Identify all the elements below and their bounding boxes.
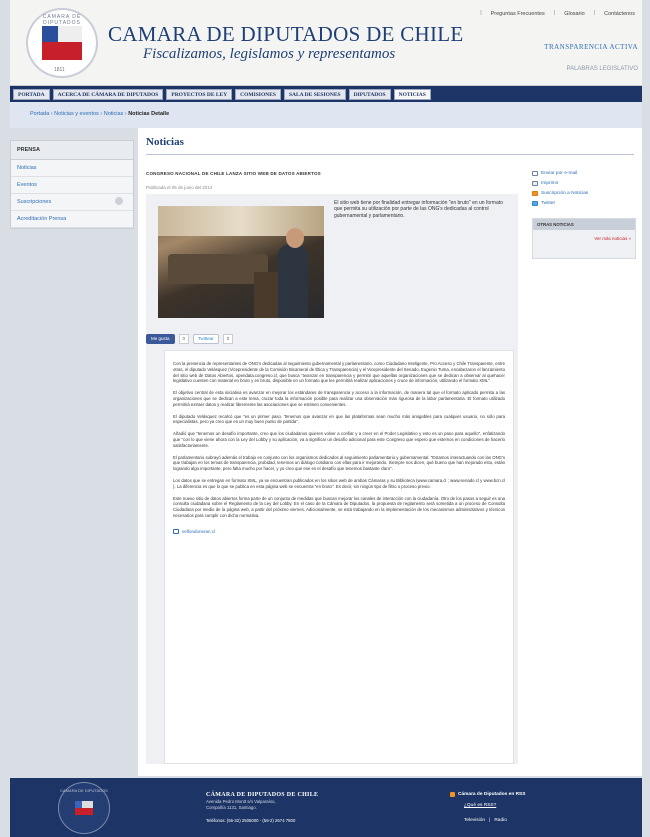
contact-link[interactable]: Contáctenos	[601, 10, 638, 18]
article-paragraph: Con la presencia de representantes de ON…	[173, 361, 505, 384]
footer-org-name: CÁMARA DE DIPUTADOS DE CHILE	[206, 792, 319, 798]
footer-phone: Teléfonos: (56-32) 2505000 - (56-2) 2674…	[206, 818, 296, 823]
what-is-rss-link[interactable]: ¿Qué es RSS?	[464, 803, 525, 808]
nav-item-sala[interactable]: SALA DE SESIONES	[283, 88, 346, 100]
breadcrumb-current: Noticias Detalle	[128, 111, 170, 117]
nav-item-proyectos[interactable]: PROYECTOS DE LEY	[166, 88, 233, 100]
facebook-like-button[interactable]: Me gusta	[146, 334, 175, 344]
footer-contact: CÁMARA DE DIPUTADOS DE CHILE Avenida Ped…	[206, 792, 318, 823]
article-paragraph: El diputado Velásquez recalcó que "es un…	[173, 413, 505, 425]
article-pubdate: Publicada el 05 de junio del 2014	[146, 185, 213, 190]
sidebar-item-suscripciones[interactable]: Suscripciones	[11, 194, 133, 211]
breadcrumb-noticias-eventos[interactable]: Noticias y eventos	[54, 111, 99, 117]
email-tool[interactable]: Enviar por e-mail	[532, 168, 636, 178]
left-sidebar: PRENSA Noticias Eventos Suscripciones Ac…	[10, 128, 138, 296]
title-divider	[146, 154, 634, 155]
site-title[interactable]: CAMARA DE DIPUTADOS DE CHILE	[108, 22, 464, 47]
article-paragraph: El objetivo central de esta iniciativa e…	[173, 390, 505, 407]
main-nav: PORTADA ACERCA DE CÁMARA DE DIPUTADOS PR…	[10, 86, 642, 102]
breadcrumb: Portada › Noticias y eventos › Noticias …	[10, 102, 642, 128]
share-row: Me gusta 0 Twittear 0	[146, 334, 234, 344]
footer-links: Cámara de Diputados en RSS ¿Qué es RSS? …	[450, 792, 525, 823]
rss-icon	[532, 190, 538, 196]
article-body: Con la presencia de representantes de ON…	[164, 350, 514, 764]
ver-mas-noticias-link[interactable]: Ver más noticias »	[594, 236, 631, 241]
chile-flag-icon	[42, 26, 82, 60]
related-link-label: velfondoneran.cl	[182, 528, 216, 534]
article-area: El sitio web tiene por finalidad entrega…	[146, 194, 518, 764]
television-link[interactable]: Televisión	[464, 818, 485, 823]
footer-rss-link[interactable]: Cámara de Diputados en RSS	[450, 792, 525, 797]
chile-flag-icon	[75, 801, 93, 815]
nav-item-diputados[interactable]: DIPUTADOS	[348, 88, 391, 100]
footer-seal-text: CAMARA DE DIPUTADOS	[60, 788, 108, 793]
article-headline: CONGRESO NACIONAL DE CHILE LANZA SITIO W…	[146, 171, 321, 176]
rss-icon	[450, 792, 455, 797]
radio-link[interactable]: Radio	[494, 818, 507, 823]
facebook-count: 0	[178, 334, 190, 344]
expand-icon	[115, 197, 123, 205]
print-tool[interactable]: Imprimir	[532, 178, 636, 188]
twitter-count: 0	[222, 334, 234, 344]
prensa-menu: PRENSA Noticias Eventos Suscripciones Ac…	[10, 140, 134, 229]
footer-address-1: Avenida Pedro Montt s/n Valparaíso,	[206, 799, 276, 804]
site-footer: CAMARA DE DIPUTADOS CÁMARA DE DIPUTADOS …	[10, 778, 642, 837]
article-paragraph: Los datos que se entregan en formato XML…	[173, 477, 505, 489]
seal-year: 1811	[54, 67, 65, 73]
external-link-icon	[173, 528, 179, 534]
article-photo[interactable]	[158, 206, 324, 318]
article-paragraph: Añadió que "tenemos un desafío important…	[173, 431, 505, 448]
right-tools: Enviar por e-mail Imprimir Suscripción a…	[532, 168, 636, 259]
article-paragraph: El parlamentario subrayó además el traba…	[173, 454, 505, 472]
otras-noticias-box: OTRAS NOTICIAS Ver más noticias »	[532, 218, 636, 259]
page-title: Noticias	[146, 136, 184, 148]
site-header: CAMARA DE DIPUTADOS 1811 CAMARA DE DIPUT…	[10, 0, 642, 86]
sidebar-item-label: Suscripciones	[17, 199, 52, 205]
nav-item-acerca[interactable]: ACERCA DE CÁMARA DE DIPUTADOS	[52, 88, 164, 100]
seal-ring-text: CAMARA DE DIPUTADOS	[42, 14, 82, 26]
breadcrumb-noticias[interactable]: Noticias	[104, 111, 124, 117]
twitter-share-button[interactable]: Twittear	[193, 334, 219, 344]
glossary-link[interactable]: Glosario	[561, 10, 587, 18]
printer-icon	[532, 180, 538, 186]
twitter-icon	[532, 200, 538, 206]
footer-address-2: Compañía 1131, Santiago.	[206, 805, 257, 810]
site-tagline: Fiscalizamos, legislamos y representamos	[143, 46, 396, 62]
rss-subscribe-tool[interactable]: Suscripción a Noticias	[532, 188, 636, 198]
otras-noticias-heading: OTRAS NOTICIAS	[533, 219, 635, 230]
breadcrumb-portada[interactable]: Portada	[30, 111, 49, 117]
article-paragraph: Este nuevo sitio de datos abiertos forma…	[173, 495, 505, 518]
footer-seal-logo: CAMARA DE DIPUTADOS	[58, 782, 110, 834]
nav-item-comisiones[interactable]: COMISIONES	[235, 88, 281, 100]
prensa-menu-heading: PRENSA	[11, 141, 133, 160]
transparencia-activa-link[interactable]: TRANSPARENCIA ACTIVA	[544, 43, 638, 51]
nav-item-portada[interactable]: PORTADA	[13, 88, 50, 100]
twitter-tool[interactable]: Twitter	[532, 198, 636, 208]
sidebar-item-noticias[interactable]: Noticias	[11, 160, 133, 177]
top-links: | Preguntas Frecuentes | Glosario | Cont…	[480, 10, 638, 18]
related-link[interactable]: velfondoneran.cl	[173, 528, 505, 534]
sidebar-item-acreditacion[interactable]: Acreditación Prensa	[11, 211, 133, 228]
article-teaser: El sitio web tiene por finalidad entrega…	[334, 200, 503, 219]
sidebar-item-eventos[interactable]: Eventos	[11, 177, 133, 194]
nav-item-noticias[interactable]: NOTICIAS	[393, 88, 431, 100]
main-content: Noticias CONGRESO NACIONAL DE CHILE LANZ…	[138, 128, 642, 776]
faq-link[interactable]: Preguntas Frecuentes	[488, 10, 548, 18]
envelope-icon	[532, 170, 538, 176]
palabras-link[interactable]: PALABRAS LEGISLATIVO	[567, 66, 638, 72]
